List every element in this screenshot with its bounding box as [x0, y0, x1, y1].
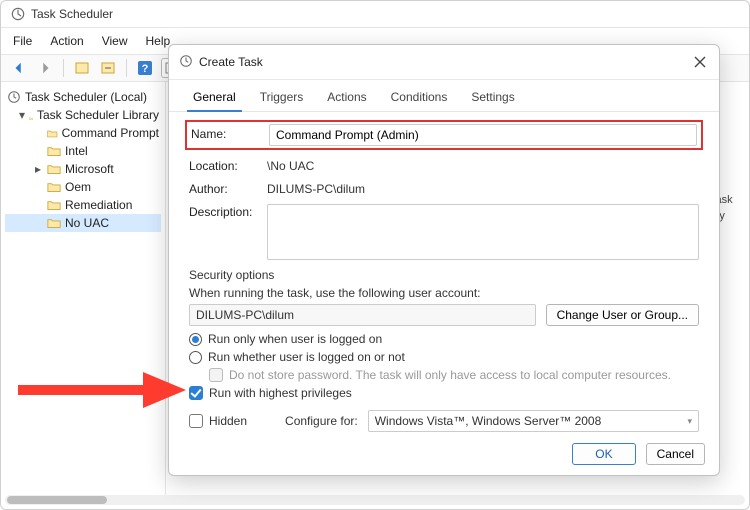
configure-for-label: Configure for:: [285, 414, 358, 428]
tree-library-label: Task Scheduler Library: [37, 108, 159, 122]
tree-item-label: Oem: [65, 180, 91, 194]
tree-library[interactable]: ▾ Task Scheduler Library: [5, 106, 161, 124]
tree-item[interactable]: ▸ Microsoft: [5, 160, 161, 178]
app-icon: [11, 7, 25, 21]
radio-whether[interactable]: Run whether user is logged on or not: [189, 350, 699, 364]
radio-label: Run only when user is logged on: [208, 332, 382, 346]
description-label: Description:: [189, 202, 267, 219]
menu-file[interactable]: File: [11, 32, 34, 50]
tree-item-label: Command Prompt: [62, 126, 159, 140]
caret-icon: ▸: [33, 162, 43, 176]
check-hidden[interactable]: Hidden: [189, 414, 247, 428]
folder-icon: [47, 217, 61, 229]
location-value: \No UAC: [267, 156, 699, 173]
tree-item-label: Remediation: [65, 198, 132, 212]
tree-item-label: Microsoft: [65, 162, 114, 176]
change-user-button[interactable]: Change User or Group...: [546, 304, 699, 326]
cancel-button[interactable]: Cancel: [646, 443, 705, 465]
tree-item-label: No UAC: [65, 216, 109, 230]
clock-icon: [7, 90, 21, 104]
titlebar: Task Scheduler: [1, 1, 749, 28]
radio-icon: [189, 333, 202, 346]
folder-icon: [47, 127, 58, 139]
tree-item[interactable]: Oem: [5, 178, 161, 196]
tree-item[interactable]: Command Prompt: [5, 124, 161, 142]
ok-button[interactable]: OK: [572, 443, 635, 465]
tab-actions[interactable]: Actions: [321, 86, 372, 111]
tab-conditions[interactable]: Conditions: [385, 86, 454, 111]
create-task-dialog: Create Task General Triggers Actions Con…: [168, 44, 720, 476]
toolbar-separator-2: [126, 59, 127, 77]
checkbox-icon: [189, 386, 203, 400]
radio-logged-on[interactable]: Run only when user is logged on: [189, 332, 699, 346]
check-do-not-store: Do not store password. The task will onl…: [209, 368, 699, 382]
tree-item-selected[interactable]: No UAC: [5, 214, 161, 232]
toolbar-icon-2[interactable]: [98, 58, 118, 78]
configure-for-dropdown[interactable]: Windows Vista™, Windows Server™ 2008 ▾: [368, 410, 699, 432]
tree-item[interactable]: Intel: [5, 142, 161, 160]
author-value: DILUMS-PC\dilum: [267, 179, 699, 196]
folder-icon: [47, 199, 61, 211]
back-button[interactable]: [9, 58, 29, 78]
description-textarea[interactable]: [267, 204, 699, 260]
folder-icon: [47, 145, 61, 157]
scrollbar-thumb[interactable]: [7, 496, 107, 504]
caret-icon: ▾: [19, 108, 25, 122]
chevron-down-icon: ▾: [687, 416, 692, 427]
forward-button[interactable]: [35, 58, 55, 78]
tree-item-label: Intel: [65, 144, 88, 158]
window-title: Task Scheduler: [31, 7, 113, 21]
dropdown-value: Windows Vista™, Windows Server™ 2008: [375, 414, 602, 428]
tab-triggers[interactable]: Triggers: [254, 86, 310, 111]
checkbox-label: Do not store password. The task will onl…: [229, 368, 671, 382]
tab-settings[interactable]: Settings: [465, 86, 520, 111]
account-field: DILUMS-PC\dilum: [189, 304, 536, 326]
horizontal-scrollbar[interactable]: [5, 495, 745, 505]
tree-item[interactable]: Remediation: [5, 196, 161, 214]
folder-icon: [47, 181, 61, 193]
tab-general[interactable]: General: [187, 86, 242, 112]
toolbar-separator: [63, 59, 64, 77]
name-row-highlight: Name:: [185, 120, 703, 150]
name-label: Name:: [191, 124, 269, 141]
folder-icon: [29, 109, 33, 121]
dialog-tabs: General Triggers Actions Conditions Sett…: [169, 80, 719, 112]
radio-label: Run whether user is logged on or not: [208, 350, 405, 364]
menu-view[interactable]: View: [100, 32, 130, 50]
dialog-titlebar: Create Task: [169, 45, 719, 80]
dialog-title: Create Task: [199, 55, 263, 69]
checkbox-icon: [209, 368, 223, 382]
checkbox-label: Hidden: [209, 414, 247, 428]
sidebar-tree: Task Scheduler (Local) ▾ Task Scheduler …: [1, 82, 166, 498]
name-input[interactable]: [269, 124, 697, 146]
checkbox-icon: [189, 414, 203, 428]
check-highest-privileges[interactable]: Run with highest privileges: [189, 386, 699, 400]
tree-root-label: Task Scheduler (Local): [25, 90, 147, 104]
tree-root[interactable]: Task Scheduler (Local): [5, 88, 161, 106]
checkbox-label: Run with highest privileges: [209, 386, 352, 400]
location-label: Location:: [189, 156, 267, 173]
svg-text:?: ?: [142, 63, 149, 75]
security-subtext: When running the task, use the following…: [189, 286, 699, 300]
dialog-icon: [179, 54, 193, 71]
security-heading: Security options: [189, 268, 699, 282]
close-button[interactable]: [691, 53, 709, 71]
toolbar-icon-1[interactable]: [72, 58, 92, 78]
radio-icon: [189, 351, 202, 364]
folder-icon: [47, 163, 61, 175]
menu-action[interactable]: Action: [48, 32, 85, 50]
author-label: Author:: [189, 179, 267, 196]
help-button[interactable]: ?: [135, 58, 155, 78]
